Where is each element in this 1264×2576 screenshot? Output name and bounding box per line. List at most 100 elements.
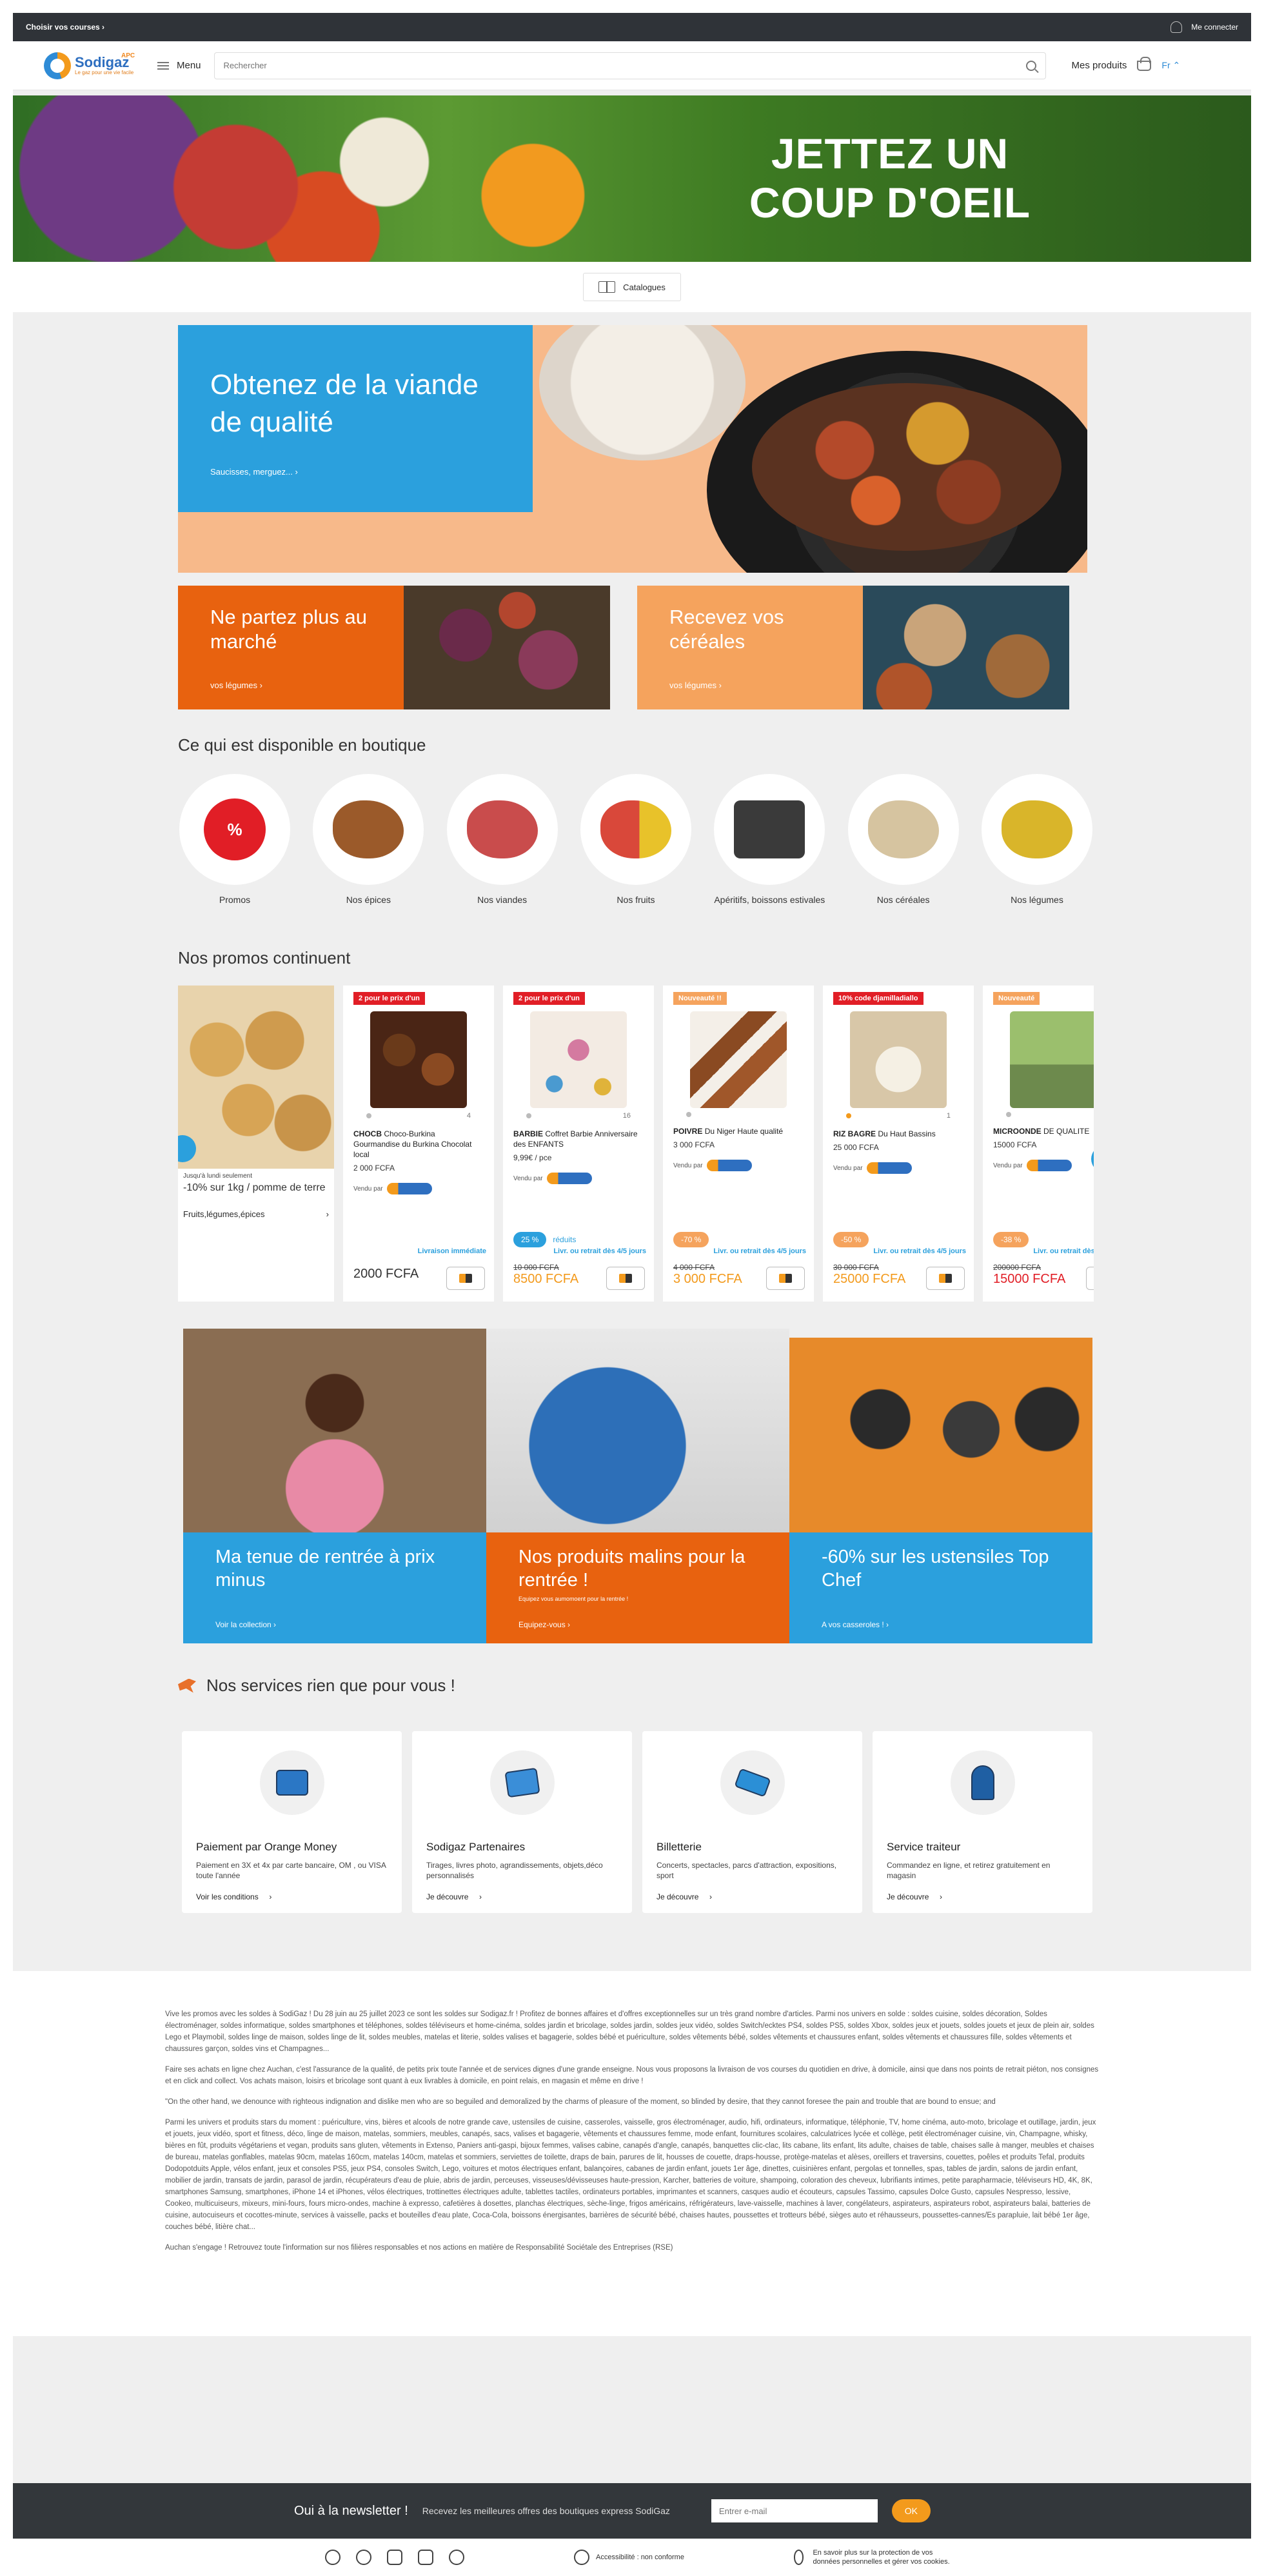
service-card[interactable]: Service traiteur Commandez en ligne, et … bbox=[873, 1731, 1092, 1913]
seo-text: Vive les promos avec les soldes à SodiGa… bbox=[13, 1971, 1251, 2336]
product-old-price: 4 000 FCFA bbox=[673, 1263, 715, 1272]
sold-by: Vendu par bbox=[673, 1160, 804, 1171]
fruits-image bbox=[600, 800, 671, 858]
seller-logo bbox=[1026, 1160, 1072, 1171]
add-to-cart-button[interactable] bbox=[926, 1267, 965, 1290]
add-to-cart-button[interactable] bbox=[766, 1267, 805, 1290]
page: Choisir vos courses › Me connecter Sodig… bbox=[13, 13, 1251, 2576]
service-card[interactable]: Sodigaz Partenaires Tirages, livres phot… bbox=[412, 1731, 632, 1913]
product-card[interactable]: Nouveauté MICROONDE DE QUALITE 15000 FCF… bbox=[983, 986, 1094, 1302]
service-card[interactable]: Paiement par Orange Money Paiement en 3X… bbox=[182, 1731, 402, 1913]
collection-link[interactable]: Voir la collection › bbox=[215, 1620, 276, 1629]
product-unit-price: 3 000 FCFA bbox=[673, 1140, 715, 1149]
cereals-banner-box: Recevez vos céréales vos légumes › bbox=[637, 586, 863, 709]
cookies-link[interactable]: En savoir plus sur la protection de vos … bbox=[793, 2548, 962, 2566]
category-spices[interactable]: Nos épices bbox=[311, 774, 425, 906]
youtube-icon[interactable] bbox=[418, 2550, 433, 2565]
newsletter-submit-button[interactable]: OK bbox=[891, 2499, 931, 2522]
search-input[interactable] bbox=[223, 61, 1026, 70]
collection-link[interactable]: A vos casseroles ! › bbox=[822, 1620, 889, 1629]
accessibility-link[interactable]: Accessibilité : non conforme bbox=[574, 2550, 684, 2565]
newsletter-email-input[interactable] bbox=[711, 2499, 878, 2522]
search-icon[interactable] bbox=[1025, 60, 1036, 71]
sold-by: Vendu par bbox=[353, 1183, 484, 1194]
service-link[interactable]: Je découvre › bbox=[657, 1892, 712, 1901]
featured-promo-category-link[interactable]: Fruits,légumes,épices › bbox=[178, 1196, 334, 1232]
my-products-link[interactable]: Mes produits bbox=[1072, 60, 1127, 71]
menu-button[interactable]: Menu bbox=[157, 60, 201, 71]
meat-banner-link[interactable]: Saucisses, merguez... › bbox=[210, 467, 500, 477]
product-card[interactable]: 2 pour le prix d'un 4 CHOCB Choco-Burkin… bbox=[343, 986, 494, 1302]
collection-card[interactable]: Nos produits malins pour la rentrée ! Eq… bbox=[486, 1329, 789, 1664]
featured-promo-card[interactable]: Jusqu'à lundi seulement -10% sur 1kg / p… bbox=[178, 986, 334, 1302]
meat-banner[interactable]: Obtenez de la viande de qualité Saucisse… bbox=[178, 325, 1087, 573]
pinterest-icon[interactable] bbox=[449, 2550, 464, 2565]
product-rating bbox=[673, 1112, 804, 1117]
language-selector[interactable]: Fr ⌃ bbox=[1161, 60, 1180, 71]
category-fruits[interactable]: Nos fruits bbox=[579, 774, 693, 906]
product-card[interactable]: 2 pour le prix d'un 16 BARBIE Coffret Ba… bbox=[503, 986, 654, 1302]
collection-link[interactable]: Equipez-vous › bbox=[518, 1620, 570, 1629]
beans-image bbox=[863, 586, 1069, 709]
carousel-prev-button[interactable] bbox=[178, 1135, 196, 1162]
hero-banner[interactable]: Jettez un coup d'oeil bbox=[13, 95, 1251, 262]
collection-card[interactable]: -60% sur les ustensiles Top Chef A vos c… bbox=[789, 1338, 1092, 1664]
category-drinks[interactable]: Apéritifs, boissons estivales bbox=[713, 774, 826, 906]
delivery-info: Livr. ou retrait dès 4/5 jours bbox=[553, 1247, 646, 1255]
service-title: Billetterie bbox=[657, 1841, 702, 1853]
add-to-cart-button[interactable] bbox=[606, 1267, 645, 1290]
product-image bbox=[370, 1011, 467, 1108]
service-card[interactable]: Billetterie Concerts, spectacles, parcs … bbox=[642, 1731, 862, 1913]
catalogs-label: Catalogues bbox=[623, 282, 666, 292]
category-meats[interactable]: Nos viandes bbox=[446, 774, 559, 906]
product-unit-price: 9,99€ / pce bbox=[513, 1153, 552, 1162]
discount-badge: -70 % bbox=[673, 1232, 709, 1247]
collection-card[interactable]: Ma tenue de rentrée à prix minus Voir la… bbox=[183, 1329, 486, 1664]
hamburger-icon bbox=[157, 61, 169, 70]
choose-groceries-link[interactable]: Choisir vos courses › bbox=[26, 23, 104, 32]
product-name: POIVRE Du Niger Haute qualité bbox=[673, 1127, 784, 1136]
cereals-banner[interactable]: Recevez vos céréales vos légumes › bbox=[637, 586, 1069, 709]
service-link[interactable]: Voir les conditions › bbox=[196, 1892, 272, 1901]
product-image bbox=[530, 1011, 627, 1108]
service-link[interactable]: Je découvre › bbox=[887, 1892, 942, 1901]
facebook-icon[interactable] bbox=[325, 2550, 341, 2565]
grilled-food-image bbox=[752, 383, 1062, 551]
add-to-cart-button[interactable] bbox=[1086, 1267, 1094, 1290]
skewer-plate-image bbox=[539, 325, 746, 461]
product-ribbon: 10% code djamilladiallo bbox=[833, 992, 923, 1005]
service-link[interactable]: Je découvre › bbox=[426, 1892, 482, 1901]
discount-note: réduits bbox=[553, 1235, 577, 1244]
product-old-price: 10 000 FCFA bbox=[513, 1263, 559, 1272]
cart-icon bbox=[939, 1274, 952, 1283]
market-banner-link[interactable]: vos légumes › bbox=[210, 680, 262, 690]
twitter-icon[interactable] bbox=[356, 2550, 371, 2565]
product-ribbon: 2 pour le prix d'un bbox=[513, 992, 585, 1005]
shop-section-title: Ce qui est disponible en boutique bbox=[178, 735, 426, 755]
category-cereals[interactable]: Nos céréales bbox=[847, 774, 960, 906]
newsletter-text: Recevez les meilleures offres des boutiq… bbox=[422, 2506, 670, 2516]
product-name: MICROONDE DE QUALITE bbox=[993, 1127, 1090, 1136]
category-promos[interactable]: % Promos bbox=[178, 774, 291, 906]
discount-row: -70 % bbox=[673, 1232, 709, 1247]
market-banner-box: Ne partez plus au marché vos légumes › bbox=[178, 586, 404, 709]
cart-icon bbox=[459, 1274, 472, 1283]
user-icon bbox=[1170, 21, 1183, 33]
product-ribbon: Nouveauté bbox=[993, 992, 1040, 1005]
product-card[interactable]: 10% code djamilladiallo 1 RIZ BAGRE Du H… bbox=[823, 986, 974, 1302]
ticket-icon bbox=[720, 1750, 785, 1815]
market-banner[interactable]: Ne partez plus au marché vos légumes › bbox=[178, 586, 610, 709]
seo-paragraph: Parmi les univers et produits stars du m… bbox=[165, 2119, 1096, 2231]
market-banner-title: Ne partez plus au marché bbox=[210, 606, 367, 653]
logo[interactable]: Sodigaz Le gaz pour une vie facile APC bbox=[44, 52, 135, 79]
sold-by: Vendu par bbox=[833, 1162, 963, 1174]
instagram-icon[interactable] bbox=[387, 2550, 402, 2565]
cart-icon bbox=[779, 1274, 792, 1283]
catalogs-button[interactable]: Catalogues bbox=[583, 273, 681, 301]
basket-icon[interactable] bbox=[1137, 56, 1152, 71]
login-link[interactable]: Me connecter bbox=[1170, 21, 1238, 33]
category-vegetables[interactable]: Nos légumes bbox=[980, 774, 1094, 906]
cereals-banner-link[interactable]: vos légumes › bbox=[669, 680, 722, 690]
add-to-cart-button[interactable] bbox=[446, 1267, 485, 1290]
product-card[interactable]: Nouveauté !! POIVRE Du Niger Haute quali… bbox=[663, 986, 814, 1302]
